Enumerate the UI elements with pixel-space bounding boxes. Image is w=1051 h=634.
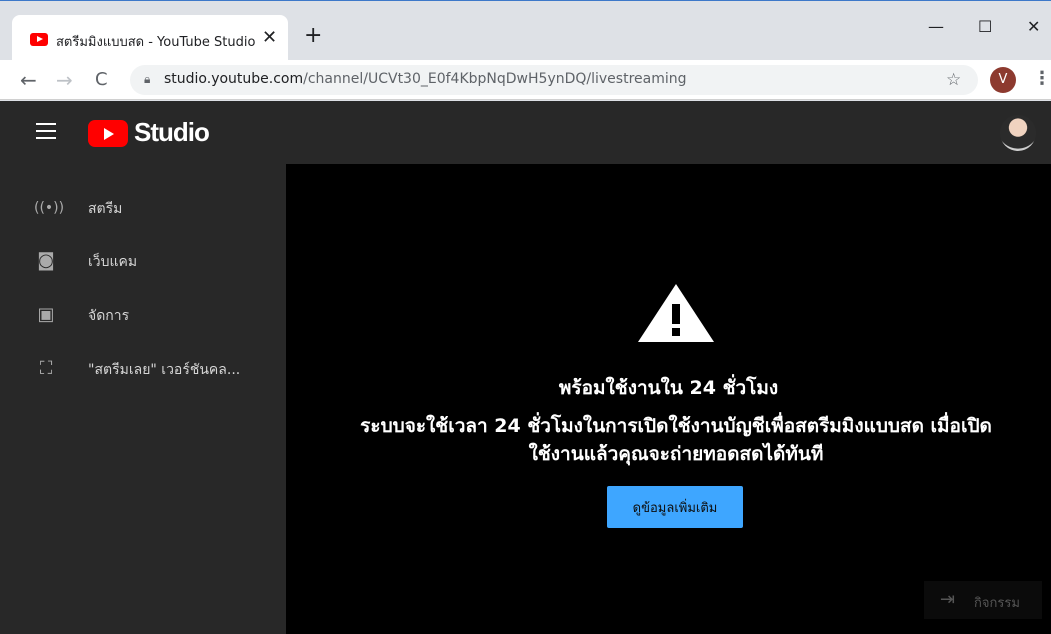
account-avatar[interactable] <box>1000 115 1036 151</box>
main-content: พร้อมใช้งานใน 24 ชั่วโมง ระบบจะใช้เวลา 2… <box>286 164 1051 634</box>
address-bar[interactable]: 🔒︎ studio.youtube.com/channel/UCVt30_E0f… <box>130 65 978 95</box>
activity-button[interactable]: ⇥ กิจกรรม <box>924 581 1042 619</box>
youtube-logo-icon[interactable] <box>88 120 128 147</box>
bookmark-star-icon[interactable]: ☆ <box>946 70 961 90</box>
classic-icon: ⛶ <box>39 358 53 379</box>
sidebar-item-webcam[interactable]: ◙ เว็บแคม <box>0 241 286 281</box>
sidebar-item-label: จัดการ <box>88 308 130 324</box>
activity-label: กิจกรรม <box>974 596 1020 611</box>
url-host: studio.youtube.com <box>164 71 304 87</box>
browser-toolbar: ← → C 🔒︎ studio.youtube.com/channel/UCVt… <box>0 60 1051 100</box>
sidebar-item-classic[interactable]: ⛶ "สตรีมเลย" เวอร์ชันคล... <box>0 349 286 389</box>
reload-icon[interactable]: C <box>95 69 108 90</box>
back-arrow-icon[interactable]: ← <box>20 68 37 92</box>
browser-tabstrip: สตรีมมิงแบบสด - YouTube Studio ✕ + — ☐ ✕ <box>0 0 1051 62</box>
calendar-icon: ▣ <box>37 304 55 325</box>
youtube-favicon-icon <box>30 33 48 46</box>
sidebar-item-label: สตรีม <box>88 201 123 217</box>
url-text: studio.youtube.com/channel/UCVt30_E0f4Kb… <box>164 71 687 87</box>
learn-more-button[interactable]: ดูข้อมูลเพิ่มเติม <box>607 486 743 528</box>
studio-header: Studio <box>0 101 1051 164</box>
broadcast-icon: ((•)) <box>34 200 65 216</box>
warning-icon <box>638 284 714 342</box>
status-description: ระบบจะใช้เวลา 24 ชั่วโมงในการเปิดใช้งานบ… <box>360 415 992 465</box>
studio-app: Studio ((•)) สตรีม ◙ เว็บแคม ▣ จัดการ ⛶ … <box>0 101 1051 634</box>
url-path: /channel/UCVt30_E0f4KbpNqDwH5ynDQ/livest… <box>303 71 687 87</box>
profile-avatar[interactable]: V <box>990 67 1016 93</box>
sidebar-item-label: "สตรีมเลย" เวอร์ชันคล... <box>88 362 241 378</box>
browser-menu-icon[interactable]: ⋮ <box>1033 68 1051 89</box>
activity-icon: ⇥ <box>940 589 956 610</box>
tab-title: สตรีมมิงแบบสด - YouTube Studio <box>56 35 256 50</box>
sidebar-item-stream[interactable]: ((•)) สตรีม <box>0 188 286 228</box>
browser-tab[interactable]: สตรีมมิงแบบสด - YouTube Studio ✕ <box>12 15 288 62</box>
status-headline: พร้อมใช้งานใน 24 ชั่วโมง <box>558 377 779 399</box>
new-tab-button[interactable]: + <box>304 25 322 47</box>
studio-logo-text[interactable]: Studio <box>134 117 210 148</box>
tab-close-icon[interactable]: ✕ <box>262 27 277 48</box>
minimize-button[interactable]: — <box>928 17 944 36</box>
hamburger-menu-icon[interactable] <box>36 123 56 139</box>
maximize-button[interactable]: ☐ <box>978 17 992 36</box>
sidebar: ((•)) สตรีม ◙ เว็บแคม ▣ จัดการ ⛶ "สตรีมเ… <box>0 164 286 634</box>
lock-icon: 🔒︎ <box>144 72 151 86</box>
sidebar-item-manage[interactable]: ▣ จัดการ <box>0 295 286 335</box>
forward-arrow-icon[interactable]: → <box>56 68 73 92</box>
sidebar-item-label: เว็บแคม <box>88 254 138 270</box>
close-window-button[interactable]: ✕ <box>1027 17 1040 36</box>
camera-icon: ◙ <box>37 250 55 271</box>
